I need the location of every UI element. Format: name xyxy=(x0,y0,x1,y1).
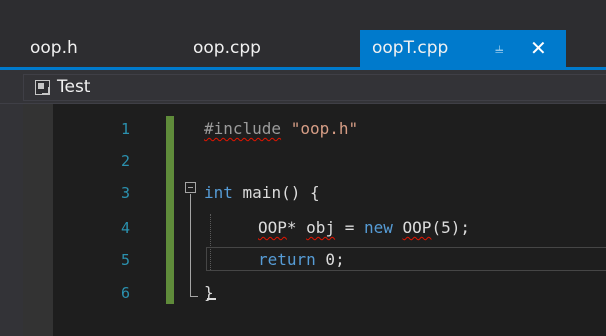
line-number: 2 xyxy=(120,152,130,170)
keyword: int xyxy=(204,183,233,202)
include-directive: #include xyxy=(204,119,282,138)
code-line-5[interactable]: return 0; xyxy=(258,249,345,271)
tab-oop-cpp[interactable]: oop.cpp xyxy=(193,30,261,67)
variable-name: obj xyxy=(306,218,336,237)
project-scope-icon xyxy=(35,80,50,95)
title-strip xyxy=(0,0,606,30)
keyword: new xyxy=(363,218,393,237)
left-panel-edge xyxy=(0,104,23,336)
line-number: 1 xyxy=(120,120,130,138)
pin-icon[interactable]: ⫨ xyxy=(495,30,503,67)
line-number: 3 xyxy=(120,184,130,202)
scope-label: Test xyxy=(57,77,91,97)
line-number: 5 xyxy=(120,251,130,269)
type-name: OOP xyxy=(258,218,287,237)
code-text: (5); xyxy=(431,218,470,237)
change-tracking-bar xyxy=(166,116,174,304)
tab-label: oop.h xyxy=(30,38,78,58)
tab-oop-h[interactable]: oop.h xyxy=(30,30,78,67)
line-number: 6 xyxy=(120,284,130,302)
document-tab-bar: oop.h oop.cpp oopT.cpp ⫨ ✕ xyxy=(0,30,606,67)
line-number: 4 xyxy=(120,219,130,237)
code-text: main() { xyxy=(232,183,320,202)
code-text: = xyxy=(335,218,364,237)
constructor-call: OOP xyxy=(402,218,432,237)
close-icon[interactable]: ✕ xyxy=(530,30,547,67)
code-line-6[interactable]: } xyxy=(204,282,214,304)
text-caret xyxy=(207,298,216,300)
tab-oopt-cpp-active[interactable]: oopT.cpp ⫨ ✕ xyxy=(360,30,566,67)
glyph-margin[interactable] xyxy=(23,104,53,336)
code-line-4[interactable]: OOP* obj = new OOP(5); xyxy=(258,217,470,239)
fold-outline xyxy=(190,194,191,296)
code-line-3[interactable]: int main() { xyxy=(204,182,320,204)
code-text: * xyxy=(286,218,307,237)
navigation-bar xyxy=(0,70,606,104)
scope-dropdown[interactable] xyxy=(23,74,606,101)
fold-outline-end xyxy=(190,296,198,297)
tab-label: oopT.cpp xyxy=(372,38,449,58)
string-literal: "oop.h" xyxy=(290,119,359,138)
code-line-1[interactable]: #include "oop.h" xyxy=(204,118,358,140)
code-text: 0; xyxy=(315,250,345,269)
collapse-icon[interactable] xyxy=(185,182,196,193)
tab-label: oop.cpp xyxy=(193,38,261,58)
keyword: return xyxy=(258,250,316,269)
